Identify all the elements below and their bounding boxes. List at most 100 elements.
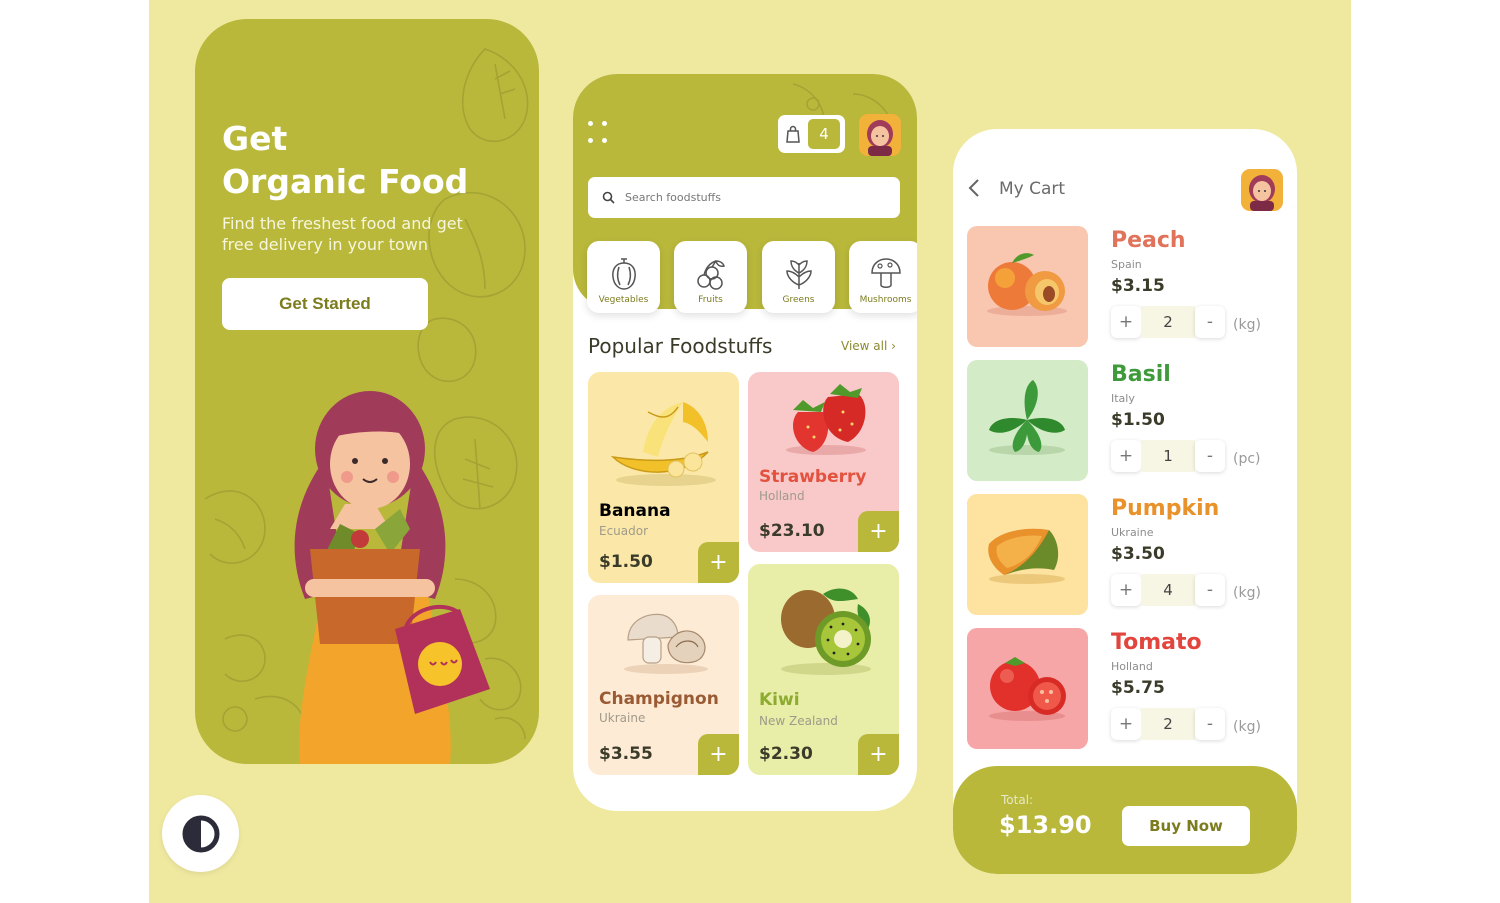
pepper-icon [611, 258, 636, 290]
section-title: Popular Foodstuffs [588, 334, 773, 358]
buy-now-button[interactable]: Buy Now [1122, 806, 1250, 846]
product-card-champignon[interactable]: Champignon Ukraine $3.55 + [588, 595, 739, 775]
search-bar[interactable] [588, 177, 900, 218]
banana-image [610, 402, 716, 486]
product-card-kiwi[interactable]: Kiwi New Zealand $2.30 + [748, 564, 899, 775]
decrease-quantity-button[interactable]: - [1195, 574, 1225, 606]
onboarding-screen: Get Organic Food Find the freshest food … [195, 19, 539, 764]
mushroom-icon [870, 258, 901, 288]
onboarding-title: Get Organic Food [222, 117, 522, 203]
product-thumbnail [967, 628, 1088, 749]
category-label: Greens [782, 295, 815, 305]
strawberry-image [786, 384, 866, 455]
increase-quantity-button[interactable]: + [1111, 306, 1141, 338]
search-input[interactable] [625, 191, 875, 204]
quantity-value: 2 [1141, 306, 1195, 338]
product-name: Champignon [599, 689, 719, 709]
view-all-label: View all [841, 339, 888, 353]
leaf-icon [785, 260, 812, 289]
kiwi-image [781, 588, 871, 675]
quantity-stepper: + 4 - [1111, 574, 1225, 606]
product-name: Pumpkin [1111, 496, 1220, 521]
add-to-cart-button[interactable]: + [858, 511, 899, 552]
title-line-1: Get [222, 119, 288, 158]
product-price: $2.30 [759, 744, 813, 764]
category-label: Mushrooms [859, 295, 912, 305]
product-origin: Ukraine [1111, 526, 1154, 539]
decrease-quantity-button[interactable]: - [1195, 440, 1225, 472]
add-to-cart-button[interactable]: + [698, 542, 739, 583]
cart-count-badge: 4 [808, 119, 840, 149]
showcase-canvas: Get Organic Food Find the freshest food … [149, 0, 1351, 903]
back-arrow-icon[interactable] [967, 177, 981, 199]
increase-quantity-button[interactable]: + [1111, 574, 1141, 606]
product-price: $3.15 [1111, 276, 1165, 296]
product-thumbnail [967, 226, 1088, 347]
increase-quantity-button[interactable]: + [1111, 708, 1141, 740]
chevron-right-icon: › [891, 339, 896, 353]
product-name: Basil [1111, 362, 1171, 387]
decrease-quantity-button[interactable]: - [1195, 306, 1225, 338]
view-all-link[interactable]: View all › [841, 339, 896, 353]
checkout-footer: Total: $13.90 Buy Now [953, 766, 1297, 874]
quantity-stepper: + 2 - [1111, 708, 1225, 740]
shopping-bag-icon [786, 125, 800, 143]
menu-button[interactable] [588, 121, 612, 147]
onboarding-subtitle: Find the freshest food and get free deli… [222, 213, 502, 255]
product-price: $5.75 [1111, 678, 1165, 698]
category-label: Vegetables [598, 295, 649, 305]
avatar-girl-icon [867, 120, 893, 156]
decrease-quantity-button[interactable]: - [1195, 708, 1225, 740]
cart-item-peach: Peach Spain $3.15 + 2 - (kg) [967, 226, 1287, 348]
peach-image [987, 253, 1067, 316]
quantity-unit: (kg) [1233, 317, 1261, 333]
contrast-icon [182, 815, 219, 852]
product-card-strawberry[interactable]: Strawberry Holland $23.10 + [748, 372, 899, 552]
product-name: Banana [599, 501, 671, 521]
product-name: Tomato [1111, 630, 1202, 655]
product-thumbnail [967, 494, 1088, 615]
quantity-unit: (kg) [1233, 719, 1261, 735]
product-name: Kiwi [759, 690, 800, 710]
category-mushrooms[interactable]: Mushrooms [849, 241, 917, 313]
add-to-cart-button[interactable]: + [698, 734, 739, 775]
add-to-cart-button[interactable]: + [858, 734, 899, 775]
user-avatar[interactable] [1241, 169, 1283, 211]
search-icon [602, 191, 615, 204]
user-avatar[interactable] [859, 114, 901, 156]
product-origin: Holland [1111, 660, 1153, 673]
catalog-screen: 4 Search foodstuffs Vegetables Fruits Gr… [573, 74, 917, 811]
product-price: $23.10 [759, 521, 825, 541]
quantity-stepper: + 2 - [1111, 306, 1225, 338]
product-card-banana[interactable]: Banana Ecuador $1.50 + [588, 372, 739, 583]
product-price: $1.50 [599, 552, 653, 572]
page-title: My Cart [999, 179, 1066, 199]
cart-button[interactable]: 4 [778, 115, 845, 153]
basil-image [989, 380, 1065, 455]
product-name: Peach [1111, 228, 1186, 253]
theme-toggle-button[interactable] [162, 795, 239, 872]
product-origin: Italy [1111, 392, 1135, 405]
total-value: $13.90 [999, 811, 1092, 839]
product-origin: Holland [759, 489, 805, 503]
product-price: $1.50 [1111, 410, 1165, 430]
product-origin: Spain [1111, 258, 1142, 271]
increase-quantity-button[interactable]: + [1111, 440, 1141, 472]
product-origin: New Zealand [759, 714, 838, 728]
product-price: $3.55 [599, 744, 653, 764]
category-vegetables[interactable]: Vegetables [587, 241, 660, 313]
cart-item-tomato: Tomato Holland $5.75 + 2 - (kg) [967, 628, 1287, 750]
category-fruits[interactable]: Fruits [674, 241, 747, 313]
title-line-2: Organic Food [222, 162, 469, 201]
category-greens[interactable]: Greens [762, 241, 835, 313]
total-label: Total: [1001, 793, 1034, 807]
subtitle-line-2: free delivery in your town [222, 235, 428, 254]
product-price: $3.50 [1111, 544, 1165, 564]
quantity-value: 4 [1141, 574, 1195, 606]
quantity-unit: (pc) [1233, 451, 1261, 467]
category-label: Fruits [698, 295, 723, 305]
get-started-button[interactable]: Get Started [222, 278, 428, 330]
champignon-image [624, 613, 708, 674]
pumpkin-image [988, 528, 1065, 584]
category-list: Vegetables Fruits Greens Mushrooms [587, 241, 917, 315]
